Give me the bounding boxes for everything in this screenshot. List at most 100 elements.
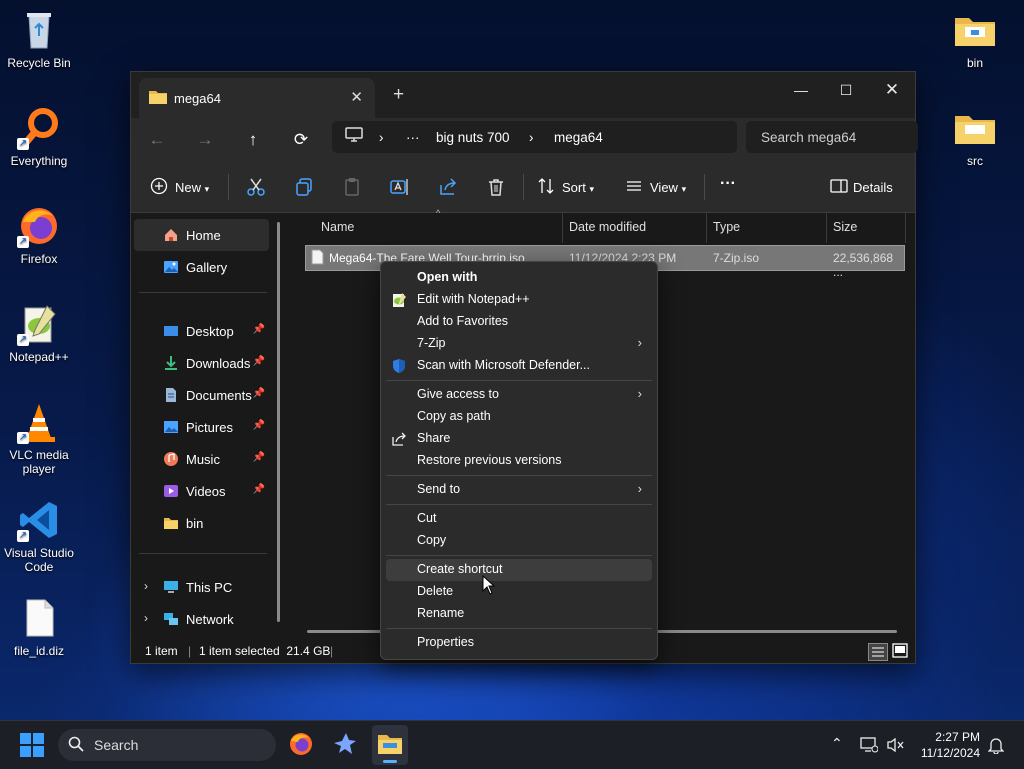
column-divider: [562, 213, 563, 243]
chevron-right-icon[interactable]: ›: [144, 611, 148, 625]
menu-item-copy-as-path[interactable]: Copy as path: [386, 406, 652, 428]
sidebar-item-this-pc[interactable]: › This PC: [134, 571, 269, 603]
refresh-button[interactable]: ⟳: [287, 127, 315, 153]
delete-trash-icon[interactable]: [486, 177, 510, 201]
active-app-indicator: [383, 760, 397, 763]
forward-button[interactable]: →: [191, 127, 219, 153]
network-tray-icon[interactable]: [860, 737, 879, 756]
desktop-icon-recycle-bin[interactable]: Recycle Bin: [0, 8, 81, 70]
menu-item-rename[interactable]: Rename: [386, 603, 652, 625]
address-bar[interactable]: › ··· big nuts 700 › mega64: [332, 121, 737, 153]
close-window-button[interactable]: ✕: [869, 76, 915, 104]
menu-item-copy[interactable]: Copy: [386, 530, 652, 552]
navigation-pane: Home Gallery Desktop 📌 Downloads 📌 Docum…: [131, 213, 279, 641]
menu-item-delete[interactable]: Delete: [386, 581, 652, 603]
maximize-button[interactable]: ☐: [823, 76, 869, 104]
new-tab-button[interactable]: +: [393, 84, 404, 106]
vscode-icon: ↗: [17, 498, 61, 542]
desktop-icon-label: Visual Studio Code: [4, 546, 74, 574]
breadcrumb-big-nuts-700[interactable]: big nuts 700: [436, 130, 510, 145]
up-button[interactable]: ↑: [239, 127, 267, 153]
paste-icon[interactable]: [342, 177, 366, 201]
recycle-bin-icon: [17, 8, 61, 52]
shortcut-arrow-icon: ↗: [17, 236, 29, 248]
breadcrumb-overflow[interactable]: ···: [406, 130, 420, 145]
sidebar-item-home[interactable]: Home: [134, 219, 269, 251]
share-icon[interactable]: [438, 177, 462, 201]
windows-start-icon[interactable]: [20, 733, 44, 760]
menu-item-restore-previous-versions[interactable]: Restore previous versions: [386, 450, 652, 472]
cut-icon[interactable]: [246, 177, 270, 201]
file-size: 22,536,868 ...: [833, 251, 894, 279]
desktop-icon-firefox[interactable]: ↗ Firefox: [0, 204, 81, 266]
details-view-toggle-icon[interactable]: [868, 643, 888, 664]
sidebar-item-network[interactable]: › Network: [134, 603, 269, 635]
desktop-icon-vlc[interactable]: ↗ VLC media player: [0, 400, 81, 476]
menu-item-create-shortcut[interactable]: Create shortcut: [386, 559, 652, 581]
menu-item-label: Delete: [417, 584, 454, 598]
notification-bell-icon[interactable]: [987, 736, 1005, 757]
minimize-button[interactable]: —: [778, 76, 824, 104]
column-header-type[interactable]: Type: [713, 220, 740, 234]
sidebar-item-documents[interactable]: Documents 📌: [134, 379, 269, 411]
desktop-icon-bin[interactable]: bin: [933, 8, 1017, 70]
sort-button[interactable]: Sort ▾: [562, 180, 594, 195]
sidebar-scrollbar[interactable]: [277, 222, 280, 622]
breadcrumb-mega64[interactable]: mega64: [554, 130, 603, 145]
sidebar-item-downloads[interactable]: Downloads 📌: [134, 347, 269, 379]
menu-item-scan-with-microsoft-defender[interactable]: Scan with Microsoft Defender...: [386, 355, 652, 377]
pin-icon: 📌: [252, 324, 265, 335]
rename-icon[interactable]: [389, 177, 413, 201]
column-header-size[interactable]: Size: [833, 220, 857, 234]
firefox-taskbar-icon[interactable]: [288, 731, 314, 760]
desktop-icon-vscode[interactable]: ↗ Visual Studio Code: [0, 498, 81, 574]
menu-item-add-to-favorites[interactable]: Add to Favorites: [386, 311, 652, 333]
details-button[interactable]: Details: [853, 180, 893, 195]
view-button[interactable]: View ▾: [650, 180, 686, 195]
sidebar-item-videos[interactable]: Videos 📌: [134, 475, 269, 507]
menu-item-edit-with-notepad[interactable]: Edit with Notepad++: [386, 289, 652, 311]
desktop-icon-everything[interactable]: ↗ Everything: [0, 106, 81, 168]
menu-item-open-with[interactable]: Open with: [386, 267, 652, 289]
shortcut-arrow-icon: ↗: [17, 334, 29, 346]
documents-icon: [163, 387, 179, 403]
search-input[interactable]: Search mega64: [746, 121, 918, 153]
menu-separator: [386, 628, 652, 629]
status-divider: |: [188, 644, 192, 658]
menu-item-cut[interactable]: Cut: [386, 508, 652, 530]
new-button[interactable]: New ▾: [175, 180, 209, 195]
defender-shield-icon: [391, 358, 407, 374]
tab-mega64[interactable]: mega64 ✕: [139, 78, 375, 118]
menu-item-label: Send to: [417, 482, 461, 496]
file-explorer-taskbar-icon[interactable]: [372, 725, 408, 765]
menu-item-7-zip[interactable]: 7-Zip ›: [386, 333, 652, 355]
menu-item-properties[interactable]: Properties: [386, 632, 652, 654]
column-header-date-modified[interactable]: Date modified: [569, 220, 646, 234]
bird-app-taskbar-icon[interactable]: [332, 731, 358, 760]
sidebar-item-gallery[interactable]: Gallery: [134, 251, 269, 283]
tiles-view-toggle-icon[interactable]: [892, 643, 908, 662]
desktop-icon-file-id[interactable]: file_id.diz: [0, 596, 81, 658]
menu-item-share[interactable]: Share: [386, 428, 652, 450]
sidebar-item-music[interactable]: Music 📌: [134, 443, 269, 475]
sidebar-item-bin[interactable]: bin: [134, 507, 269, 539]
taskbar-search-box[interactable]: Search: [58, 729, 276, 761]
more-options-button[interactable]: ···: [720, 175, 736, 193]
sidebar-item-desktop[interactable]: Desktop 📌: [134, 315, 269, 347]
copy-icon[interactable]: [294, 177, 318, 201]
chevron-right-icon[interactable]: ›: [144, 579, 148, 593]
menu-separator: [386, 380, 652, 381]
taskbar-clock[interactable]: 2:27 PM 11/12/2024: [921, 729, 980, 761]
toolbar-divider: [228, 174, 229, 200]
menu-item-give-access-to[interactable]: Give access to ›: [386, 384, 652, 406]
desktop-icon-src[interactable]: src: [933, 106, 1017, 168]
back-button[interactable]: ←: [143, 127, 171, 153]
volume-muted-icon[interactable]: [886, 737, 904, 756]
column-header-name[interactable]: Name: [321, 220, 354, 234]
menu-item-send-to[interactable]: Send to ›: [386, 479, 652, 501]
chevron-up-icon[interactable]: ⌃: [831, 735, 843, 752]
desktop-icon-notepadpp[interactable]: ↗ Notepad++: [0, 302, 81, 364]
close-tab-icon[interactable]: ✕: [350, 88, 363, 106]
sidebar-item-pictures[interactable]: Pictures 📌: [134, 411, 269, 443]
this-pc-icon: [163, 579, 179, 595]
